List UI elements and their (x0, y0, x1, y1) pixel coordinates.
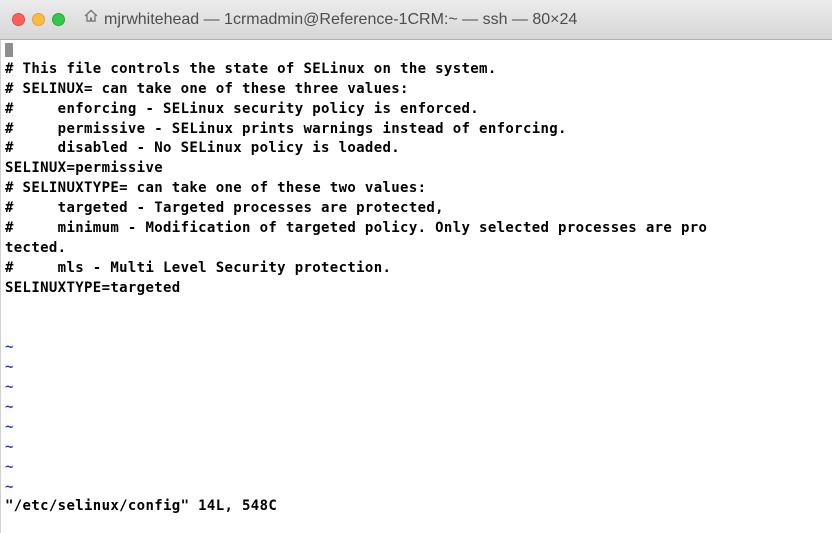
empty-buffer-tilde: ~ (5, 438, 14, 455)
terminal-line: # targeted - Targeted processes are prot… (5, 200, 444, 217)
terminal-line: SELINUXTYPE=targeted (5, 279, 181, 296)
empty-buffer-tilde: ~ (5, 359, 14, 376)
empty-buffer-tilde: ~ (5, 339, 14, 356)
terminal-content[interactable]: # This file controls the state of SELinu… (0, 40, 832, 533)
empty-buffer-tilde: ~ (5, 458, 14, 475)
terminal-line: # SELINUXTYPE= can take one of these two… (5, 180, 427, 197)
empty-buffer-tilde: ~ (5, 399, 14, 416)
text-cursor (5, 43, 13, 57)
home-icon (84, 0, 98, 38)
empty-buffer-tilde: ~ (5, 418, 14, 435)
zoom-window-button[interactable] (52, 13, 65, 26)
terminal-line: # SELINUX= can take one of these three v… (5, 80, 409, 97)
title-bar[interactable]: mjrwhitehead — 1crmadmin@Reference-1CRM:… (0, 0, 832, 40)
minimize-window-button[interactable] (32, 13, 45, 26)
close-window-button[interactable] (12, 13, 25, 26)
terminal-line: tected. (5, 239, 67, 256)
cursor-line (5, 40, 832, 60)
window-title: mjrwhitehead — 1crmadmin@Reference-1CRM:… (84, 0, 577, 40)
terminal-line: # disabled - No SELinux policy is loaded… (5, 140, 401, 157)
terminal-line: # enforcing - SELinux security policy is… (5, 100, 480, 117)
terminal-line: # mls - Multi Level Security protection. (5, 259, 392, 276)
terminal-window: mjrwhitehead — 1crmadmin@Reference-1CRM:… (0, 0, 832, 533)
terminal-line: # This file controls the state of SELinu… (5, 60, 497, 77)
terminal-line: # minimum - Modification of targeted pol… (5, 220, 708, 237)
empty-buffer-tilde: ~ (5, 379, 14, 396)
vim-status-line: "/etc/selinux/config" 14L, 548C (5, 498, 278, 515)
terminal-line: # permissive - SELinux prints warnings i… (5, 120, 567, 137)
terminal-line: SELINUX=permissive (5, 160, 164, 177)
window-title-text: mjrwhitehead — 1crmadmin@Reference-1CRM:… (104, 11, 578, 29)
empty-buffer-tilde: ~ (5, 478, 14, 495)
